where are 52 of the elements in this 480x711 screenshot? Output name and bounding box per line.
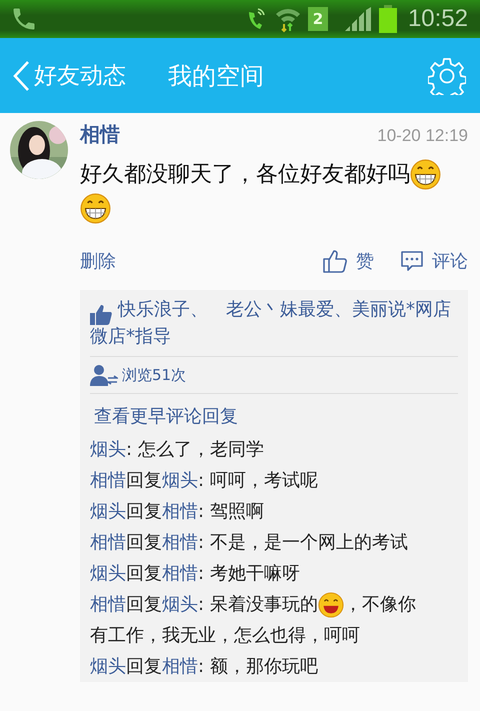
comment-button[interactable]: 评论 xyxy=(400,249,468,273)
reply-label: 回复 xyxy=(126,594,162,615)
comment-text: ，呵呵 xyxy=(306,625,360,646)
comment-text: : 不是，是一个网上的考试 xyxy=(198,532,408,553)
commenter-name[interactable]: 烟头 xyxy=(90,501,126,522)
clock-time: 10:52 xyxy=(408,5,468,33)
comment-text: : 呵呵，考试呢 xyxy=(198,470,318,491)
commenter-name[interactable]: 相惜 xyxy=(90,470,126,491)
reply-target-name[interactable]: 相惜 xyxy=(162,532,198,553)
grin-emoji-icon xyxy=(80,193,111,224)
settings-icon[interactable] xyxy=(428,56,466,94)
reply-label: 回复 xyxy=(126,470,162,491)
commenter-name[interactable]: 烟头 xyxy=(90,439,126,460)
comment-text: : 考她干嘛呀 xyxy=(198,563,300,584)
reply-label: 回复 xyxy=(126,532,162,553)
reply-target-name[interactable]: 烟头 xyxy=(162,470,198,491)
back-icon xyxy=(12,60,30,92)
reply-label: 回复 xyxy=(126,501,162,522)
reply-label: 回复 xyxy=(126,563,162,584)
thumbs-up-icon xyxy=(90,305,112,325)
more-comments-link[interactable]: 查看更早评论回复 xyxy=(90,394,242,434)
laughing-emoji-icon xyxy=(318,592,344,618)
grin-emoji-icon xyxy=(410,159,441,190)
comment-text: : 怎么了，老同学 xyxy=(126,439,264,460)
comment-text: ，不像你 xyxy=(344,594,416,615)
comment-text: : 呆着没事玩的 xyxy=(198,594,318,615)
commenter-name[interactable]: 烟头 xyxy=(90,563,126,584)
reply-target-name[interactable]: 相惜 xyxy=(162,501,198,522)
commenter-name[interactable]: 烟头 xyxy=(90,656,126,677)
battery-icon xyxy=(378,5,398,33)
post-text: 好久都没聊天了，各位好友都好吗 xyxy=(80,162,410,187)
commenter-name[interactable]: 相惜 xyxy=(90,594,126,615)
reply-label: 回复 xyxy=(126,656,162,677)
comment-text: 有工作，我无业，怎么也得 xyxy=(90,625,306,646)
like-button[interactable]: 赞 xyxy=(322,248,374,274)
thumbs-up-icon xyxy=(322,248,348,274)
comment-text: : 额，那你玩吧 xyxy=(198,656,318,677)
author-name[interactable]: 相惜 xyxy=(80,121,120,148)
reply-target-name[interactable]: 相惜 xyxy=(162,656,198,677)
user-icon xyxy=(90,364,118,386)
commenter-name[interactable]: 相惜 xyxy=(90,532,126,553)
reply-target-name[interactable]: 烟头 xyxy=(162,594,198,615)
view-count: 浏览51次 xyxy=(122,366,186,384)
reply-target-name[interactable]: 相惜 xyxy=(162,563,198,584)
page-title: 我的空间 xyxy=(168,60,265,92)
delete-link[interactable]: 删除 xyxy=(80,249,116,273)
comment-text: : 驾照啊 xyxy=(198,501,264,522)
sim-badge: 2 xyxy=(308,7,328,31)
liked-by-names[interactable]: 快乐浪子、 老公丶妹最爱、美丽说*网店微店*指导 xyxy=(90,296,458,350)
speech-bubble-icon xyxy=(400,249,424,273)
signal-icon xyxy=(344,6,372,32)
post-time: 10-20 12:19 xyxy=(377,126,468,146)
